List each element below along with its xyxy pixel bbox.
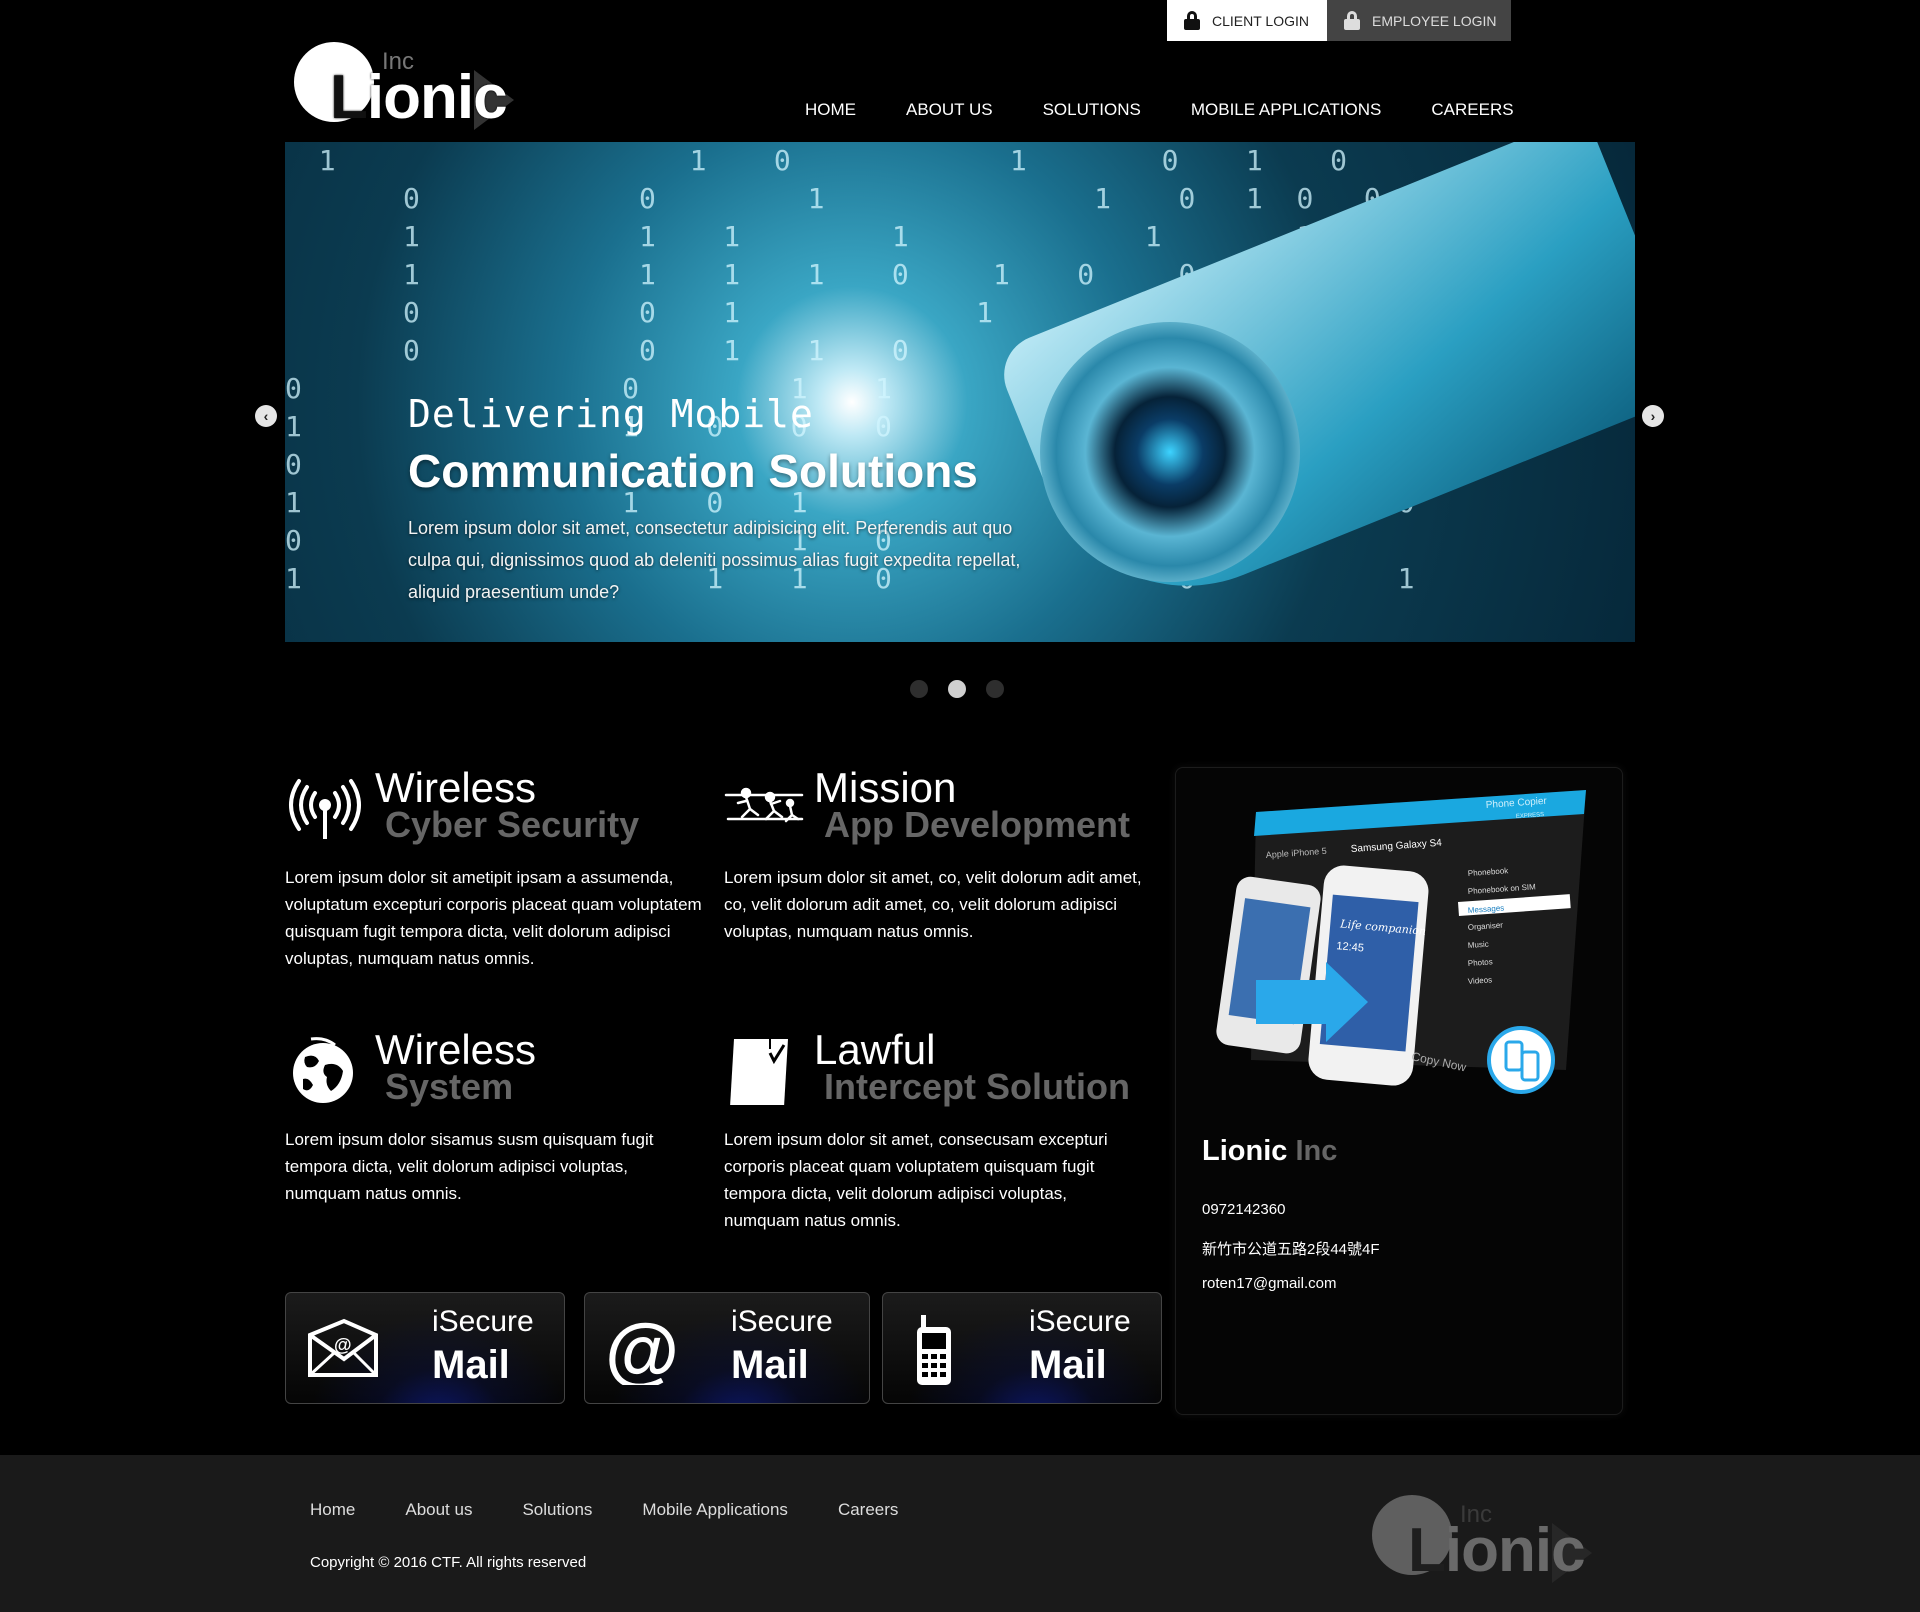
footer-link-solutions[interactable]: Solutions	[497, 1500, 617, 1520]
client-login-button[interactable]: CLIENT LOGIN	[1167, 0, 1327, 41]
footer-logo-letter-l: L	[1408, 1516, 1446, 1585]
feature-text: Lorem ipsum dolor sisamus susm quisquam …	[285, 1130, 654, 1203]
logo-word: Lionic	[330, 62, 508, 133]
at-sign-icon: @	[605, 1313, 679, 1385]
contact-email[interactable]: roten17@gmail.com	[1202, 1275, 1336, 1292]
client-login-label: CLIENT LOGIN	[1212, 12, 1309, 29]
nav-solutions[interactable]: SOLUTIONS	[1018, 98, 1166, 122]
tile-line1: iSecure	[432, 1305, 534, 1338]
mobile-phone-icon	[917, 1315, 951, 1385]
card-brand: Lionic Inc	[1202, 1135, 1337, 1168]
tile-line2: Mail	[432, 1343, 510, 1387]
envelope-icon: @	[308, 1318, 378, 1377]
tile-line2: Mail	[1029, 1343, 1107, 1387]
brand-name: Lionic	[1202, 1135, 1288, 1167]
feature-text: Lorem ipsum dolor sit amet, consecusam e…	[724, 1130, 1108, 1230]
lock-icon	[1344, 11, 1360, 30]
site-footer: Home About us Solutions Mobile Applicati…	[0, 1455, 1920, 1612]
tile-line1: iSecure	[1029, 1305, 1131, 1338]
document-check-icon	[730, 1037, 788, 1105]
feature-text: Lorem ipsum dolor sit ametipit ipsam a a…	[285, 868, 702, 968]
footer-nav: Home About us Solutions Mobile Applicati…	[285, 1500, 923, 1520]
feature-subtitle: System	[385, 1066, 514, 1107]
nav-home[interactable]: HOME	[780, 98, 881, 122]
carousel-next-button[interactable]: ›	[1642, 405, 1664, 427]
carousel-text: Lorem ipsum dolor sit amet, consectetur …	[408, 518, 1021, 602]
footer-link-home[interactable]: Home	[285, 1500, 380, 1520]
carousel-heading-line2: Communication Solutions	[408, 445, 978, 497]
logo-letters: ionic	[366, 63, 508, 132]
art-menu-item: Music	[1468, 940, 1489, 950]
contact-address: 新竹市公道五路2段44號4F	[1202, 1241, 1380, 1258]
camera-lens	[1040, 322, 1300, 582]
employee-login-label: EMPLOYEE LOGIN	[1372, 12, 1497, 29]
nav-mobile-applications[interactable]: MOBILE APPLICATIONS	[1166, 98, 1407, 122]
feature-subtitle: Intercept Solution	[824, 1066, 1130, 1107]
carousel-dot[interactable]	[910, 680, 928, 698]
feature-subtitle: Cyber Security	[385, 804, 640, 845]
login-bar: CLIENT LOGIN EMPLOYEE LOGIN	[1167, 0, 1511, 41]
feature-text: Lorem ipsum dolor sit amet, co, velit do…	[724, 868, 1142, 941]
main-nav: HOME ABOUT US SOLUTIONS MOBILE APPLICATI…	[780, 98, 1539, 122]
site-logo[interactable]: Inc Lionic	[292, 40, 532, 132]
carousel-dot-active[interactable]	[948, 680, 966, 698]
isecure-mail-tile-2[interactable]: @ iSecure Mail	[584, 1292, 870, 1404]
footer-logo: Inc Lionic	[1370, 1493, 1610, 1585]
tile-line2: Mail	[731, 1343, 809, 1387]
tile-line1: iSecure	[731, 1305, 833, 1338]
carousel-caption: Delivering Mobile Communication Solution…	[408, 392, 1028, 608]
employee-login-button[interactable]: EMPLOYEE LOGIN	[1327, 0, 1511, 41]
footer-link-careers[interactable]: Careers	[813, 1500, 923, 1520]
feature-subtitle: App Development	[824, 804, 1131, 845]
running-figures-icon	[724, 787, 804, 823]
carousel-indicators	[910, 680, 1004, 698]
art-menu-item: Photos	[1468, 957, 1493, 968]
globe-icon	[293, 1037, 353, 1103]
contact-phone: 0972142360	[1202, 1201, 1286, 1218]
brand-inc: Inc	[1295, 1135, 1338, 1167]
nav-about-us[interactable]: ABOUT US	[881, 98, 1018, 122]
phone-copier-illustration: Phone Copier EXPRESS Apple iPhone 5 Sams…	[1216, 790, 1586, 1094]
hero-carousel: 1 1 0 1 0 1 0 0 0 1 1 0 1 0 0 1 1 1 1 1 …	[285, 142, 1635, 642]
footer-link-mobile-applications[interactable]: Mobile Applications	[617, 1500, 813, 1520]
footer-logo-letters: ionic	[1444, 1516, 1586, 1585]
art-menu-item: Videos	[1468, 975, 1493, 986]
carousel-heading-line1: Delivering Mobile	[408, 392, 814, 436]
contact-card: Phone Copier EXPRESS Apple iPhone 5 Sams…	[1175, 767, 1623, 1415]
art-clock: 12:45	[1336, 940, 1364, 954]
footer-logo-word: Lionic	[1408, 1515, 1586, 1586]
wireless-antenna-icon	[289, 779, 361, 839]
copyright: Copyright © 2016 CTF. All rights reserve…	[310, 1554, 587, 1571]
isecure-mail-tile-3[interactable]: iSecure Mail	[882, 1292, 1162, 1404]
footer-link-about-us[interactable]: About us	[380, 1500, 497, 1520]
svg-text:@: @	[605, 1313, 679, 1385]
logo-letter-l: L	[330, 63, 368, 132]
carousel-dot[interactable]	[986, 680, 1004, 698]
carousel-prev-button[interactable]: ‹	[255, 405, 277, 427]
svg-text:@: @	[334, 1335, 352, 1355]
nav-careers[interactable]: CAREERS	[1406, 98, 1538, 122]
isecure-mail-tile-1[interactable]: @ iSecure Mail	[285, 1292, 565, 1404]
lock-icon	[1184, 11, 1200, 30]
